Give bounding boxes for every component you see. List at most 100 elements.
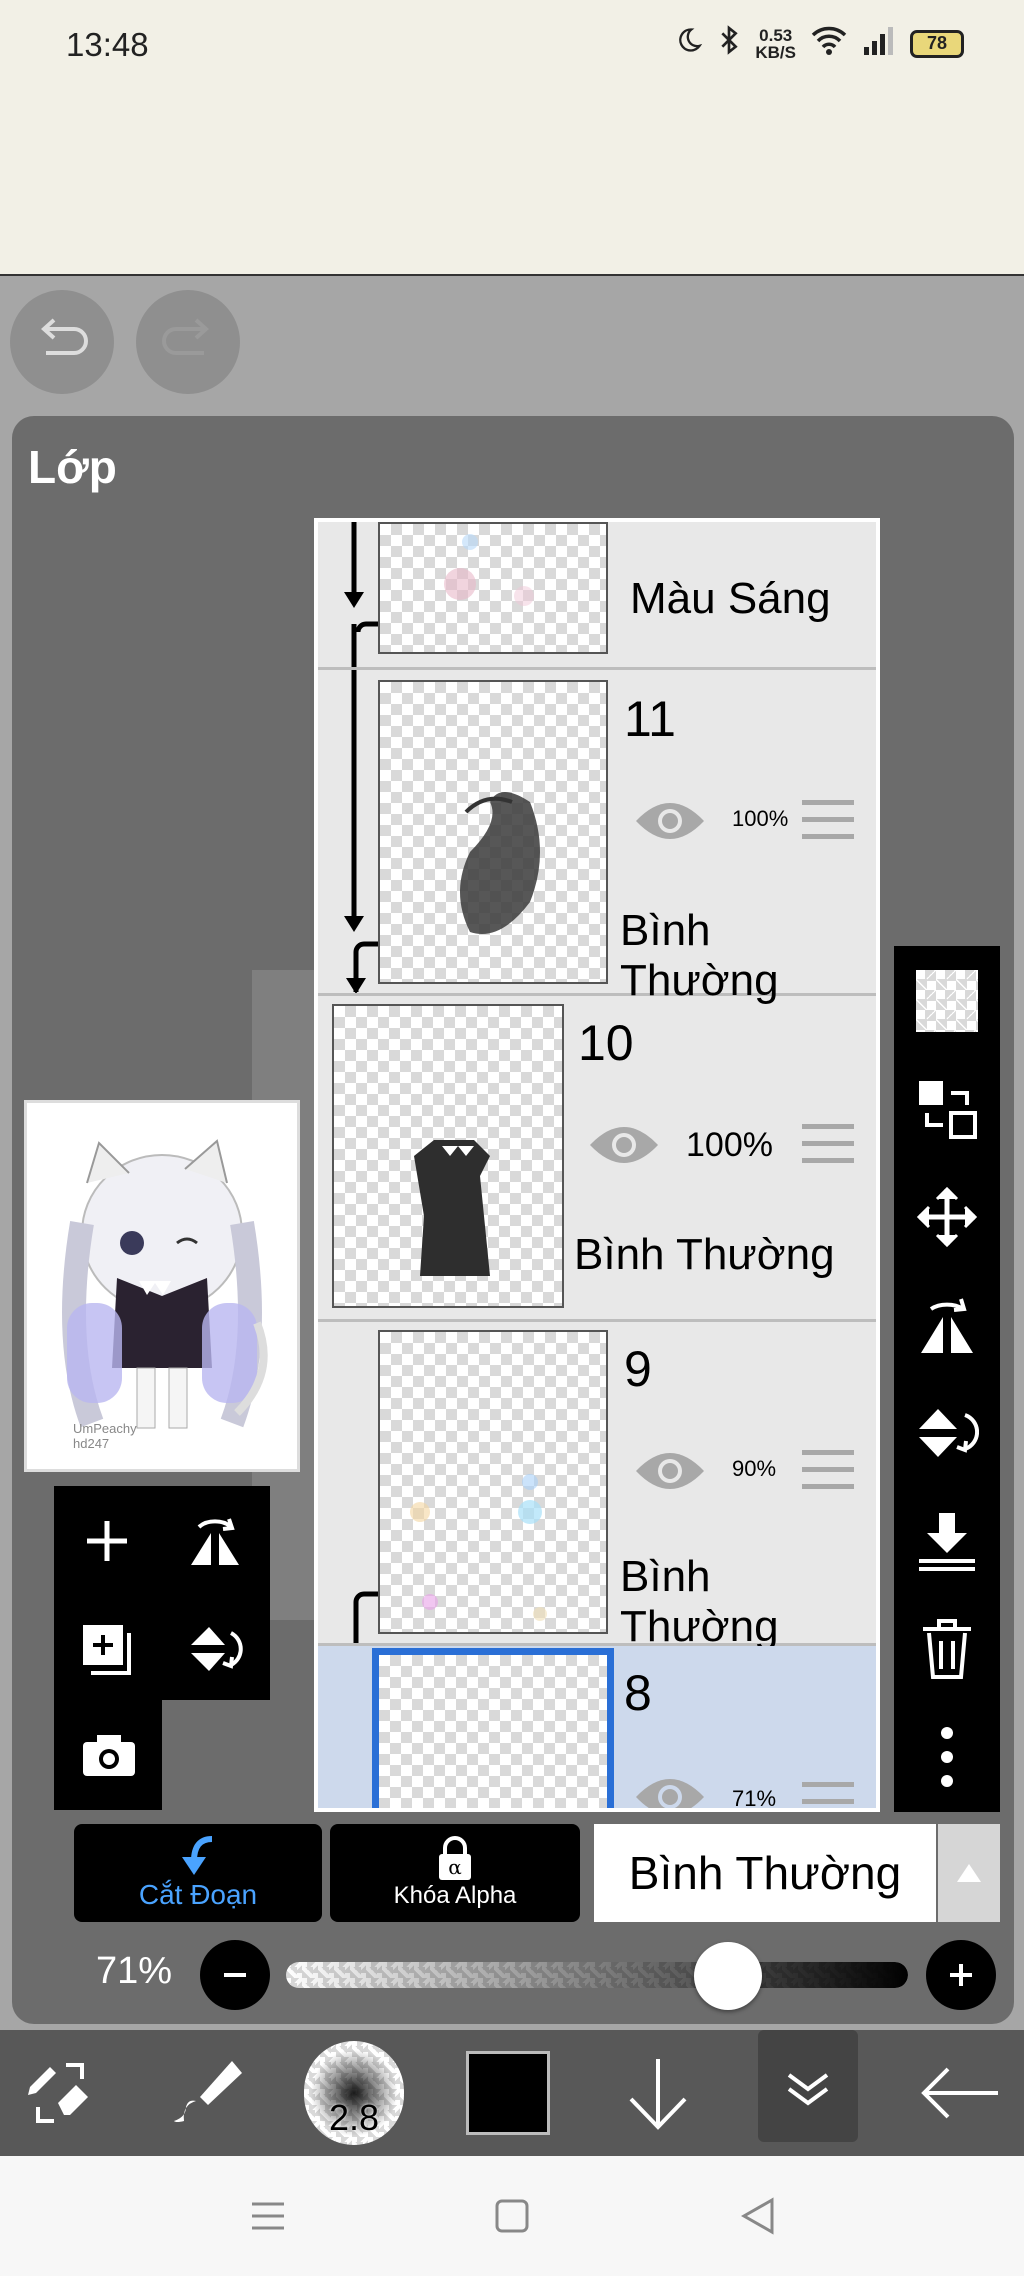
convert-layer-button[interactable] bbox=[912, 1074, 982, 1144]
layer-number: 8 bbox=[624, 1665, 652, 1721]
battery-indicator: 78 bbox=[910, 29, 964, 58]
visibility-eye-icon[interactable] bbox=[586, 1120, 662, 1170]
net-speed: 0.53 KB/S bbox=[755, 25, 796, 62]
back-triangle-icon bbox=[740, 2197, 774, 2235]
layer-list[interactable]: Màu Sáng 11 100% Bình Thường 10 100% Bìn… bbox=[314, 518, 880, 1812]
clipping-label: Cắt Đoạn bbox=[138, 1879, 258, 1910]
blend-mode-dropdown[interactable] bbox=[938, 1824, 1000, 1922]
brush-size-button[interactable]: 2.8 bbox=[304, 2041, 404, 2145]
character-artwork bbox=[62, 1139, 268, 1429]
pen-eraser-switch-icon bbox=[28, 2063, 88, 2123]
layer-blend-mode: Bình Thường bbox=[620, 1552, 779, 1651]
more-vertical-icon bbox=[941, 1727, 953, 1787]
canvas-preview[interactable]: UmPeachy hd247 bbox=[24, 1100, 300, 1472]
drag-handle-icon[interactable] bbox=[802, 800, 854, 846]
flip-horizontal-button[interactable] bbox=[912, 1290, 982, 1360]
flip-horizontal-layer-button[interactable] bbox=[180, 1506, 250, 1576]
color-button[interactable] bbox=[458, 2046, 558, 2140]
layer-row[interactable]: Màu Sáng bbox=[318, 522, 876, 670]
opacity-slider-track[interactable] bbox=[286, 1962, 908, 1988]
move-button[interactable] bbox=[912, 1182, 982, 1252]
layers-toggle-button[interactable] bbox=[758, 2030, 858, 2142]
opacity-increase-button[interactable] bbox=[926, 1940, 996, 2010]
transparency-button[interactable] bbox=[912, 966, 982, 1036]
layer-row[interactable]: 11 100% Bình Thường bbox=[318, 670, 876, 1005]
drag-handle-icon[interactable] bbox=[802, 1782, 854, 1808]
signal-icon bbox=[862, 25, 896, 62]
brush-icon bbox=[174, 2061, 242, 2122]
opacity-slider-knob[interactable] bbox=[693, 1942, 762, 2010]
plus-icon bbox=[950, 1964, 972, 1986]
clipping-arrow-icon bbox=[182, 1836, 213, 1875]
brush-size-value: 2.8 bbox=[328, 2097, 380, 2138]
merge-down-button[interactable] bbox=[912, 1506, 982, 1576]
plus-icon bbox=[87, 1521, 127, 1561]
alpha-lock-button[interactable]: α Khóa Alpha bbox=[330, 1824, 580, 1922]
home-nav-button[interactable] bbox=[488, 2192, 536, 2240]
duplicate-icon bbox=[83, 1625, 131, 1675]
layer-opacity: 90% bbox=[732, 1456, 777, 1481]
layer-opacity: 100% bbox=[732, 806, 789, 831]
layer-blend-mode: Màu Sáng bbox=[630, 574, 831, 623]
drag-handle-icon[interactable] bbox=[802, 1124, 854, 1170]
layer-row-selected[interactable]: 8 71% bbox=[318, 1646, 876, 1812]
flip-vertical-button[interactable] bbox=[912, 1398, 982, 1468]
undo-icon bbox=[41, 318, 88, 355]
flip-vertical-layer-button[interactable] bbox=[180, 1614, 250, 1684]
tool-switch-button[interactable] bbox=[10, 2046, 110, 2140]
back-nav-button[interactable] bbox=[734, 2192, 782, 2240]
layer-tools-toolbar bbox=[894, 946, 1000, 1812]
back-button[interactable] bbox=[910, 2046, 1010, 2140]
brush-button[interactable] bbox=[158, 2046, 258, 2140]
add-layer-button[interactable] bbox=[72, 1506, 142, 1576]
visibility-eye-icon[interactable] bbox=[632, 1446, 708, 1496]
layer-row[interactable]: 10 100% Bình Thường bbox=[318, 996, 876, 1322]
layer-number: 9 bbox=[624, 1341, 652, 1397]
move-layer-down-button[interactable] bbox=[608, 2046, 708, 2140]
blend-mode-select[interactable]: Bình Thường bbox=[594, 1824, 936, 1922]
triangle-up-icon bbox=[957, 1864, 981, 1882]
layer-thumbnail bbox=[332, 1004, 564, 1308]
layer-thumbnail bbox=[372, 1648, 614, 1808]
camera-toolbar bbox=[54, 1700, 162, 1810]
status-time: 13:48 bbox=[66, 26, 149, 63]
opacity-decrease-button[interactable] bbox=[200, 1940, 270, 2010]
flip-vertical-icon bbox=[919, 1409, 979, 1457]
undo-button[interactable] bbox=[10, 290, 114, 394]
visibility-eye-icon[interactable] bbox=[632, 796, 708, 846]
layer-row[interactable]: 9 90% Bình Thường bbox=[318, 1322, 876, 1651]
flip-horizontal-icon bbox=[921, 1298, 973, 1353]
swap-layers-icon bbox=[919, 1081, 977, 1139]
arrow-down-icon bbox=[629, 2059, 687, 2130]
status-icons: 0.53 KB/S 78 bbox=[675, 24, 964, 63]
flip-vertical-icon bbox=[191, 1627, 243, 1671]
arrow-left-icon bbox=[921, 2067, 998, 2119]
delete-layer-button[interactable] bbox=[912, 1614, 982, 1684]
move-icon bbox=[916, 1186, 978, 1248]
camera-button[interactable] bbox=[74, 1720, 144, 1790]
trash-icon bbox=[923, 1619, 971, 1679]
lock-icon: α bbox=[439, 1836, 471, 1880]
panel-title: Lớp bbox=[28, 441, 117, 493]
menu-icon bbox=[252, 2202, 284, 2230]
more-options-button[interactable] bbox=[912, 1722, 982, 1792]
layer-blend-mode: Bình Thường bbox=[574, 1230, 835, 1279]
layer-number: 10 bbox=[578, 1015, 634, 1071]
merge-down-icon bbox=[919, 1513, 975, 1571]
menu-nav-button[interactable] bbox=[244, 2192, 292, 2240]
redo-button[interactable] bbox=[136, 290, 240, 394]
layer-number: 11 bbox=[624, 691, 676, 747]
duplicate-layer-button[interactable] bbox=[72, 1614, 142, 1684]
layer-thumbnail bbox=[378, 1330, 608, 1634]
layer-opacity: 100% bbox=[686, 1126, 773, 1164]
checkerboard-icon bbox=[916, 970, 978, 1032]
clipping-button[interactable]: Cắt Đoạn bbox=[74, 1824, 322, 1922]
layer-opacity: 71% bbox=[732, 1786, 777, 1811]
svg-text:α: α bbox=[448, 1855, 462, 1879]
chevrons-down-icon bbox=[787, 2073, 829, 2106]
minus-icon bbox=[224, 1973, 246, 1977]
drag-handle-icon[interactable] bbox=[802, 1450, 854, 1496]
visibility-eye-icon[interactable] bbox=[632, 1772, 708, 1812]
watermark: UmPeachy hd247 bbox=[73, 1421, 137, 1451]
camera-icon bbox=[83, 1735, 135, 1776]
